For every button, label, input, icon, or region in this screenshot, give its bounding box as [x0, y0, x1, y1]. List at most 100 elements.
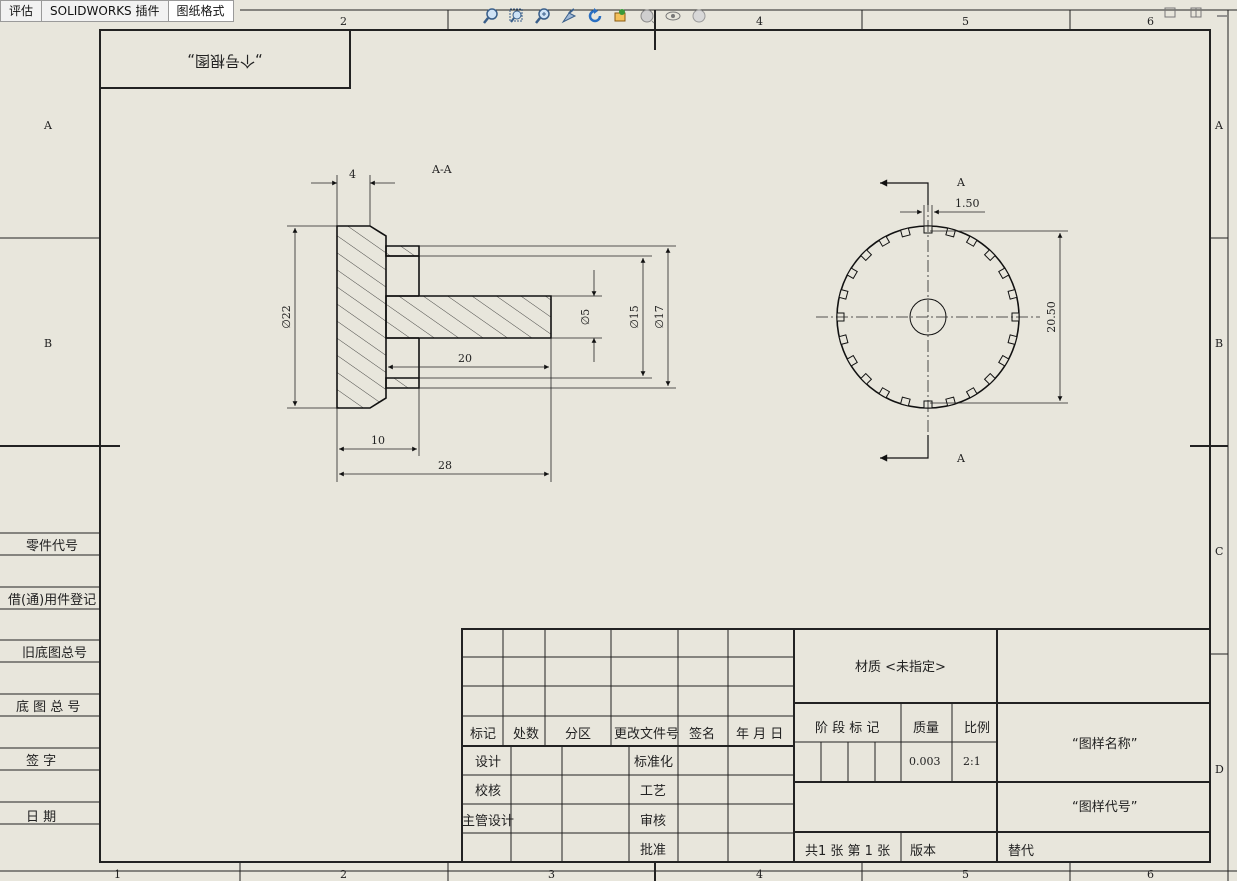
zone-bottom-1: 1	[114, 868, 121, 881]
left-registration-panel	[0, 532, 100, 825]
zoom-to-fit-icon[interactable]	[480, 5, 502, 27]
zone-bottom-2: 2	[340, 868, 347, 881]
zone-labels: 2 4 5 6 1 2 3 4 5 6 A B A B C D	[43, 15, 1224, 881]
disk-notch	[998, 267, 1010, 280]
left-panel-labels: 零件代号 借(通)用件登记 旧底图总号 底 图 总 号 签 字 日 期	[8, 539, 96, 825]
minimize-icon[interactable]	[1213, 6, 1233, 20]
zone-bottom-6: 6	[1147, 868, 1154, 881]
disk-notch	[983, 372, 996, 385]
section-view-a-a[interactable]: A-A 4 ∅22 ∅5 ∅15 ∅17 20 10 28	[280, 163, 676, 482]
drawing-sheet[interactable]: 2 4 5 6 1 2 3 4 5 6 A B A B C D 零件代号 借(通…	[0, 0, 1237, 881]
dim-dia-17: ∅17	[653, 305, 666, 329]
zone-top-6: 6	[1147, 15, 1154, 28]
drawing-name: “图样名称”	[1072, 736, 1137, 752]
disk-notch	[838, 288, 849, 300]
disk-notch	[945, 396, 957, 407]
mirror-code-box: „个号根图„	[99, 29, 351, 89]
zone-top-4: 4	[756, 15, 763, 28]
row-process: 工艺	[640, 784, 666, 799]
label-part-code: 零件代号	[26, 539, 78, 554]
disk-notch	[965, 235, 978, 247]
window-controls	[1161, 6, 1233, 20]
material-field: 材质 <未指定>	[855, 660, 946, 675]
rotate-icon[interactable]	[584, 5, 606, 27]
zone-top-5: 5	[962, 15, 969, 28]
disk-notch	[878, 387, 891, 399]
sheet-border	[0, 9, 1237, 881]
disk-notch	[899, 396, 911, 407]
zone-bottom-5: 5	[962, 868, 969, 881]
disk-notch	[1007, 288, 1018, 300]
zone-right-b: B	[1215, 337, 1223, 350]
label-base-number: 底 图 总 号	[16, 699, 80, 715]
cut-label-top: A	[956, 176, 966, 189]
disk-notch	[878, 235, 891, 247]
scale-value: 2:1	[963, 755, 981, 768]
label-old-base-number: 旧底图总号	[22, 645, 87, 661]
tab-evaluate[interactable]: 评估	[0, 0, 43, 22]
scale-label: 比例	[964, 721, 990, 736]
rev-header-sign: 签名	[689, 726, 715, 742]
disk-notch	[860, 249, 873, 262]
rev-header-date: 年 月 日	[736, 727, 783, 742]
tile-icon[interactable]	[1161, 6, 1181, 20]
disk-notch	[1007, 334, 1018, 346]
row-review: 审核	[640, 814, 666, 829]
row-approve: 批准	[640, 843, 666, 858]
dim-20-50: 20.50	[1045, 301, 1058, 333]
hide-show-icon[interactable]	[662, 5, 684, 27]
rev-header-mark: 标记	[470, 727, 496, 742]
rev-header-count: 处数	[513, 727, 539, 742]
cut-label-bottom: A	[956, 452, 966, 465]
zone-right-a: A	[1214, 119, 1224, 132]
row-design: 设计	[475, 755, 501, 770]
disk-notch	[945, 227, 957, 238]
zone-left-b: B	[44, 337, 52, 350]
zone-right-d: D	[1215, 763, 1224, 776]
front-view[interactable]: A A 1.50 20.50	[816, 176, 1068, 465]
tab-solidworks-addins[interactable]: SOLIDWORKS 插件	[41, 0, 169, 22]
zone-bottom-4: 4	[756, 868, 763, 881]
zone-right-c: C	[1215, 545, 1223, 558]
zoom-to-area-icon[interactable]	[506, 5, 528, 27]
stage-mark-label: 阶 段 标 记	[815, 721, 879, 736]
dim-dia-22: ∅22	[280, 305, 293, 329]
command-manager-tabs: 评估 SOLIDWORKS 插件 图纸格式	[0, 0, 234, 22]
mass-label: 质量	[913, 721, 939, 736]
label-signature: 签 字	[26, 753, 56, 769]
dim-28: 28	[438, 459, 452, 472]
label-date: 日 期	[26, 810, 56, 825]
appearance-icon[interactable]	[688, 5, 710, 27]
mirror-code-text: „个号根图„	[187, 52, 263, 70]
disk-notch	[860, 372, 873, 385]
tab-sheet-format[interactable]: 图纸格式	[167, 0, 234, 22]
dim-20: 20	[458, 352, 472, 365]
view-orientation-icon[interactable]	[636, 5, 658, 27]
disk-notch	[983, 249, 996, 262]
disk-notch	[965, 387, 978, 399]
zone-bottom-3: 3	[548, 868, 555, 881]
zone-top-2: 2	[340, 15, 347, 28]
dim-dia-15: ∅15	[628, 305, 641, 329]
row-standard: 标准化	[634, 755, 673, 770]
rev-header-doc: 更改文件号	[614, 727, 679, 742]
heads-up-view-toolbar	[480, 4, 710, 28]
zoom-in-out-icon[interactable]	[532, 5, 554, 27]
disk-notch	[998, 354, 1010, 367]
select-icon[interactable]	[558, 5, 580, 27]
rev-header-zone: 分区	[565, 727, 591, 742]
disk-notch	[899, 227, 911, 238]
disk-notch	[846, 267, 858, 280]
row-chief-design: 主管设计	[462, 814, 514, 829]
version-label: 版本	[910, 844, 936, 859]
dim-1-50: 1.50	[955, 197, 980, 210]
row-check: 校核	[475, 783, 501, 799]
dim-10: 10	[371, 434, 385, 447]
sheet-count: 共1 张 第 1 张	[805, 844, 890, 859]
split-icon[interactable]	[1187, 6, 1207, 20]
disk-notch	[838, 334, 849, 346]
pan-icon[interactable]	[610, 5, 632, 27]
label-borrowed-part: 借(通)用件登记	[8, 593, 96, 608]
zone-left-a: A	[43, 119, 53, 132]
drawing-number: “图样代号”	[1072, 800, 1137, 815]
